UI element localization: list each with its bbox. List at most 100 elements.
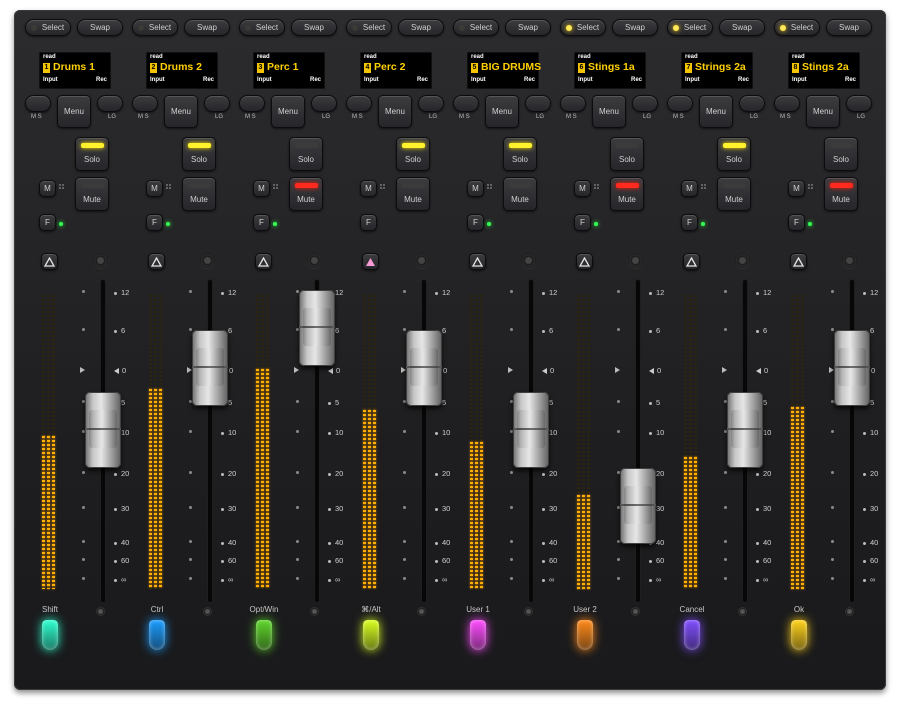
swap-button[interactable]: Swap [505,19,551,36]
swap-button[interactable]: Swap [77,19,123,36]
left-softkey[interactable] [667,95,693,112]
fader-cap[interactable] [620,468,656,544]
m-button[interactable]: M [467,180,484,197]
left-softkey[interactable] [560,95,586,112]
menu-button[interactable]: Menu [378,95,412,128]
function-key-button[interactable] [791,620,807,650]
f-button[interactable]: F [788,214,805,231]
select-button[interactable]: Select [667,19,713,36]
function-key-button[interactable] [684,620,700,650]
m-button[interactable]: M [253,180,270,197]
fader-cap[interactable] [299,290,335,366]
swap-button[interactable]: Swap [398,19,444,36]
left-softkey[interactable] [132,95,158,112]
f-button[interactable]: F [574,214,591,231]
select-button[interactable]: Select [346,19,392,36]
function-key-button[interactable] [149,620,165,650]
mute-button[interactable]: Mute [182,177,216,211]
solo-button[interactable]: Solo [824,137,858,171]
menu-button[interactable]: Menu [699,95,733,128]
automation-button[interactable] [790,253,807,270]
rotary-knob[interactable] [628,253,643,268]
menu-button[interactable]: Menu [57,95,91,128]
m-button[interactable]: M [788,180,805,197]
right-softkey[interactable] [525,95,551,112]
swap-button[interactable]: Swap [291,19,337,36]
function-key-button[interactable] [470,620,486,650]
mute-button[interactable]: Mute [289,177,323,211]
menu-button[interactable]: Menu [806,95,840,128]
select-button[interactable]: Select [25,19,71,36]
function-key-button[interactable] [577,620,593,650]
fader-cap[interactable] [85,392,121,468]
solo-button[interactable]: Solo [610,137,644,171]
select-button[interactable]: Select [132,19,178,36]
automation-button[interactable] [683,253,700,270]
solo-button[interactable]: Solo [717,137,751,171]
m-button[interactable]: M [146,180,163,197]
fader-cap[interactable] [406,330,442,406]
left-softkey[interactable] [239,95,265,112]
m-button[interactable]: M [681,180,698,197]
f-button[interactable]: F [39,214,56,231]
f-button[interactable]: F [681,214,698,231]
f-button[interactable]: F [253,214,270,231]
mute-button[interactable]: Mute [503,177,537,211]
solo-button[interactable]: Solo [289,137,323,171]
left-softkey[interactable] [453,95,479,112]
right-softkey[interactable] [846,95,872,112]
f-button[interactable]: F [146,214,163,231]
right-softkey[interactable] [418,95,444,112]
rotary-knob[interactable] [93,253,108,268]
rotary-knob[interactable] [307,253,322,268]
left-softkey[interactable] [774,95,800,112]
automation-button[interactable] [576,253,593,270]
rotary-knob[interactable] [521,253,536,268]
mute-button[interactable]: Mute [396,177,430,211]
menu-button[interactable]: Menu [485,95,519,128]
select-button[interactable]: Select [239,19,285,36]
menu-button[interactable]: Menu [592,95,626,128]
menu-button[interactable]: Menu [164,95,198,128]
mute-button[interactable]: Mute [610,177,644,211]
swap-button[interactable]: Swap [719,19,765,36]
automation-button[interactable] [255,253,272,270]
left-softkey[interactable] [346,95,372,112]
automation-button[interactable] [148,253,165,270]
rotary-knob[interactable] [414,253,429,268]
m-button[interactable]: M [39,180,56,197]
left-softkey[interactable] [25,95,51,112]
rotary-knob[interactable] [200,253,215,268]
function-key-button[interactable] [363,620,379,650]
select-button[interactable]: Select [453,19,499,36]
select-button[interactable]: Select [774,19,820,36]
automation-button[interactable] [41,253,58,270]
solo-button[interactable]: Solo [182,137,216,171]
rotary-knob[interactable] [735,253,750,268]
mute-button[interactable]: Mute [824,177,858,211]
mute-button[interactable]: Mute [75,177,109,211]
function-key-button[interactable] [256,620,272,650]
m-button[interactable]: M [360,180,377,197]
f-button[interactable]: F [467,214,484,231]
select-button[interactable]: Select [560,19,606,36]
fader-cap[interactable] [727,392,763,468]
mute-button[interactable]: Mute [717,177,751,211]
fader-cap[interactable] [192,330,228,406]
rotary-knob[interactable] [842,253,857,268]
right-softkey[interactable] [204,95,230,112]
solo-button[interactable]: Solo [396,137,430,171]
swap-button[interactable]: Swap [826,19,872,36]
right-softkey[interactable] [739,95,765,112]
automation-button[interactable] [362,253,379,270]
right-softkey[interactable] [632,95,658,112]
fader-cap[interactable] [513,392,549,468]
menu-button[interactable]: Menu [271,95,305,128]
f-button[interactable]: F [360,214,377,231]
solo-button[interactable]: Solo [75,137,109,171]
m-button[interactable]: M [574,180,591,197]
solo-button[interactable]: Solo [503,137,537,171]
function-key-button[interactable] [42,620,58,650]
right-softkey[interactable] [311,95,337,112]
right-softkey[interactable] [97,95,123,112]
